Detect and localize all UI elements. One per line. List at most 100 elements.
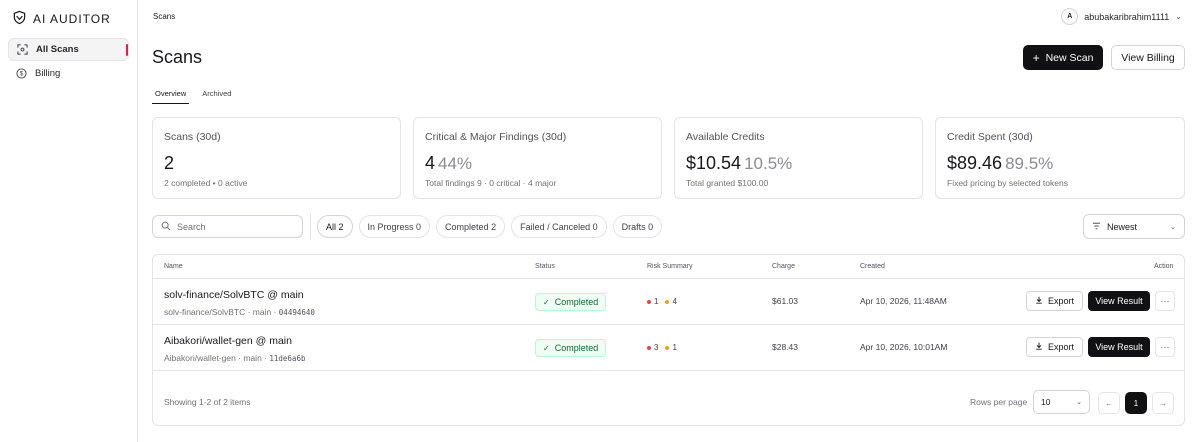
created-date: Apr 10, 2026, 10:01AM [860,342,948,352]
chip-in-progress[interactable]: In Progress 0 [358,215,431,238]
stat-card-credit-spent: Credit Spent (30d) $89.46 89.5% Fixed pri… [935,117,1185,199]
stat-card-title: Available Credits [686,131,765,143]
view-result-button[interactable]: View Result [1088,337,1150,357]
stat-card-value: 2 [164,153,175,173]
table-row[interactable]: Aibakori/wallet-gen @ main Aibakori/wall… [153,325,1184,371]
view-billing-button[interactable]: View Billing [1111,45,1185,70]
chip-drafts[interactable]: Drafts 0 [612,215,663,238]
major-risk-count: 3 [654,343,659,352]
chevron-down-icon: ⌄ [1076,399,1082,406]
stat-card-subtext: Total findings 9 · 0 critical · 4 major [425,178,557,188]
stat-card-scans: Scans (30d) 2 2 completed • 0 active [152,117,401,199]
rows-per-page-value: 10 [1041,397,1051,407]
charge-value: $28.43 [772,342,798,352]
risk-summary: 3 1 [647,343,677,352]
user-menu[interactable]: A abubakaribrahim1111 ⌄ [1061,8,1182,25]
shield-logo-icon [12,10,27,28]
stat-card-value: $89.46 89.5% [947,153,1054,173]
export-button[interactable]: Export [1026,291,1083,311]
search-box [152,215,303,238]
tab-overview[interactable]: Overview [152,87,190,104]
column-header-created: Created [860,263,885,270]
tab-archived[interactable]: Archived [199,87,234,104]
stat-card-percent: 44% [438,154,473,173]
stat-card-title: Scans (30d) [164,131,221,143]
avatar: A [1061,8,1079,25]
major-risk-dot [647,345,651,350]
scan-icon [16,44,28,56]
export-label: Export [1047,342,1074,352]
more-options-icon[interactable]: ··· [1155,291,1175,311]
major-risk-dot [647,299,651,304]
sort-value: Newest [1107,221,1138,232]
svg-text:$: $ [19,71,23,78]
created-date: Apr 10, 2026, 11:48AM [860,296,947,306]
new-scan-button[interactable]: + New Scan [1023,45,1103,70]
rows-per-page-select[interactable]: 10 ⌄ [1033,390,1090,414]
dollar-circle-icon: $ [15,68,27,80]
breadcrumb[interactable]: Scans [153,12,175,21]
column-header-risk: Risk Summary [647,263,693,270]
status-badge: ✓ Completed [535,293,607,311]
chip-completed[interactable]: Completed 2 [436,215,506,238]
view-result-button[interactable]: View Result [1088,291,1150,311]
chevron-down-icon: ⌄ [1175,12,1182,21]
export-label: Export [1047,296,1074,306]
chevron-down-icon: ⌄ [1170,223,1176,231]
stat-card-subtext: Fixed pricing by selected tokens [947,178,1068,188]
stat-card-subtext: 2 completed • 0 active [164,178,248,188]
status-filter-chips: All 2 In Progress 0 Completed 2 Failed /… [317,215,663,238]
search-input[interactable] [177,221,287,232]
sidebar: AI AUDITOR All Scans $ Billing [0,0,138,442]
stat-card-credits: Available Credits $10.54 10.5% Total gran… [674,117,923,199]
chip-failed-canceled[interactable]: Failed / Canceled 0 [511,215,607,238]
minor-risk-count: 4 [672,297,677,306]
status-label: Completed [554,343,599,353]
sidebar-item-billing[interactable]: $ Billing [8,62,129,85]
minor-risk-dot [665,299,670,304]
column-header-charge: Charge [772,263,795,270]
download-icon [1035,296,1043,306]
stat-card-findings: Critical & Major Findings (30d) 4 44% Tot… [413,117,662,199]
brand-logo[interactable]: AI AUDITOR [12,10,111,28]
download-icon [1035,342,1043,352]
table-row[interactable]: solv-finance/SolvBTC @ main solv-finance… [153,279,1184,325]
column-header-action: Action [1154,263,1174,270]
sidebar-item-all-scans[interactable]: All Scans [8,38,129,61]
sort-select[interactable]: Newest ⌄ [1083,214,1185,239]
major-risk-count: 1 [654,297,659,306]
minor-risk-dot [665,345,670,350]
page-title: Scans [152,47,203,67]
chip-all[interactable]: All 2 [317,215,353,238]
page-button-current[interactable]: 1 [1125,392,1147,414]
column-header-name: Name [164,263,183,270]
more-options-icon[interactable]: ··· [1155,337,1175,357]
status-label: Completed [554,297,599,307]
filter-lines-icon [1092,222,1101,232]
scan-title[interactable]: solv-finance/SolvBTC @ main [164,289,304,301]
stat-card-percent: 10.5% [744,154,793,173]
sidebar-item-label: Billing [35,68,61,79]
stat-card-value: $10.54 10.5% [686,153,793,173]
status-badge: ✓ Completed [535,339,607,357]
scan-title[interactable]: Aibakori/wallet-gen @ main [164,335,292,347]
scan-subtitle: Aibakori/wallet-gen · main · 11de6a6b [164,353,306,363]
stat-card-value: 4 44% [425,153,473,173]
minor-risk-count: 1 [672,343,677,352]
stat-card-title: Credit Spent (30d) [947,131,1033,143]
table-header: Name Status Risk Summary Charge Created … [153,255,1184,279]
new-scan-label: New Scan [1045,51,1094,64]
stat-card-title: Critical & Major Findings (30d) [425,131,567,143]
pagination-summary: Showing 1-2 of 2 items [164,397,251,407]
rows-per-page-label: Rows per page [970,397,1028,407]
brand-name: AI AUDITOR [33,12,111,26]
sidebar-item-label: All Scans [36,44,79,55]
export-button[interactable]: Export [1026,337,1083,357]
username: abubakaribrahim1111 [1084,11,1170,22]
tab-bar: Overview Archived [152,87,234,104]
risk-summary: 1 4 [647,297,677,306]
next-page-button[interactable]: → [1152,392,1174,414]
prev-page-button[interactable]: ← [1098,392,1120,414]
column-header-status: Status [535,263,555,270]
stat-card-percent: 89.5% [1005,154,1054,173]
